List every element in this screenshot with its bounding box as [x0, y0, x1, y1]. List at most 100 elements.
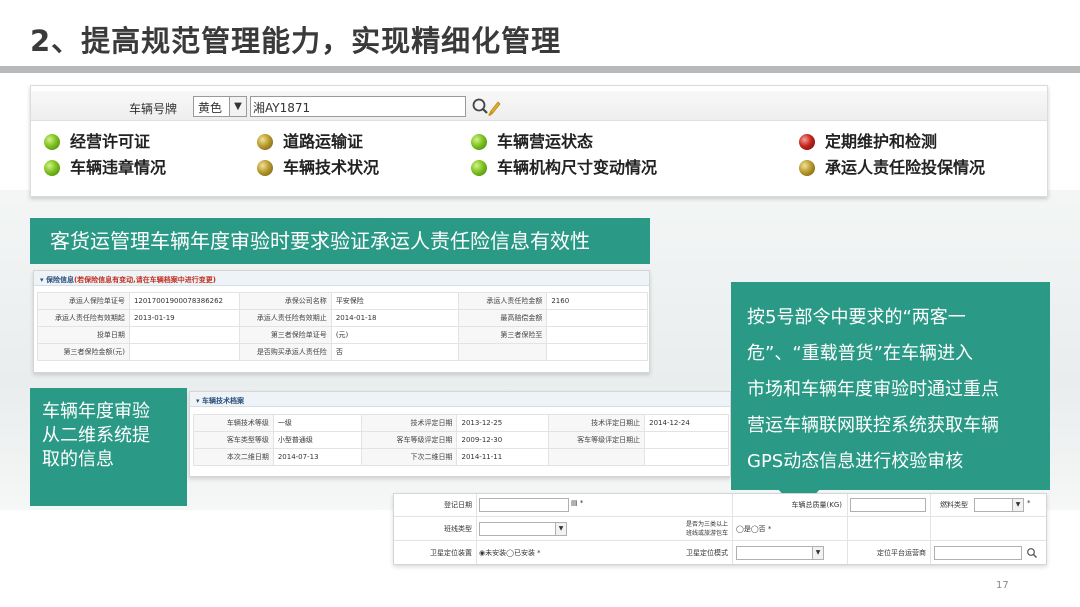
- gps-line-4: 营运车辆联网联控系统获取车辆: [747, 415, 999, 436]
- tech-header-title: 车辆技术档案: [201, 397, 244, 405]
- vehicle-check-panel: 车辆号牌 黄色 ▼ 湘AY1871 经营许可证 道路运输证 车辆营运状态 定期维护和检…: [30, 85, 1048, 197]
- table-field-value: 2014-07-13: [272, 448, 362, 466]
- table-field-value: [128, 343, 240, 361]
- form-row-divider: [394, 540, 1046, 541]
- form-col-divider: [732, 494, 733, 564]
- vehicle-weight-label: 车辆总质量(KG): [791, 501, 842, 509]
- table-field-label: 承运人保险单证号: [37, 292, 130, 310]
- page-number: 17: [996, 580, 1009, 591]
- table-field-label: 技术评定日期: [360, 414, 458, 432]
- table-field-value: 2014-01-18: [330, 309, 460, 327]
- insurance-info-panel: ▾ 保险信息(若保险信息有变动,请在车辆档案中进行变更) 承运人保险单证号 120…: [33, 270, 650, 373]
- table-field-value: 一级: [272, 414, 362, 432]
- table-field-value: 2014-11-11: [456, 448, 550, 466]
- table-row: 客车类型等级 小型普通级 客车等级评定日期 2009-12-30 客车等级评定日期止: [193, 431, 729, 449]
- table-field-value: 小型普通级: [272, 431, 362, 449]
- table-field-value: [546, 343, 648, 361]
- status-label: 车辆技术状况: [283, 158, 380, 177]
- table-field-value: 2160: [546, 292, 648, 310]
- calendar-icon[interactable]: ▤ *: [571, 499, 583, 507]
- plate-label: 车辆号牌: [129, 102, 178, 116]
- three-class-label-1: 是否为三类以上: [685, 521, 728, 528]
- status-green-icon: [44, 160, 60, 176]
- chevron-down-icon: ▼: [555, 523, 566, 535]
- table-field-label: 最高赔偿金额: [458, 309, 548, 327]
- status-green-icon: [471, 134, 487, 150]
- table-field-label: 第三者保险至: [458, 326, 548, 344]
- gps-line-3: 市场和车辆年度审验时通过重点: [747, 379, 999, 400]
- fuel-type-label: 燃料类型: [940, 501, 968, 509]
- status-label: 定期维护和检测: [825, 132, 938, 151]
- table-row: 第三者保险金额(元) 是否购买承运人责任险否: [37, 343, 648, 361]
- gps-device-radio[interactable]: ◉未安装◯已安装 *: [479, 548, 541, 558]
- three-class-label-2: 班线或旅游包车: [685, 530, 728, 537]
- table-field-value: 2013-12-25: [456, 414, 550, 432]
- three-class-radio[interactable]: ◯是◯否 *: [736, 524, 771, 534]
- annual-review-line-1: 车辆年度审验: [42, 401, 150, 422]
- status-label: 经营许可证: [70, 132, 151, 151]
- reg-date-label: 登记日期: [444, 501, 472, 509]
- required-mark: *: [1027, 499, 1031, 507]
- table-field-label: [458, 343, 548, 361]
- tech-table: 车辆技术等级 一级 技术评定日期 2013-12-25 技术评定日期止 2014-12-2…: [193, 414, 729, 466]
- table-field-label: 技术评定日期止: [548, 414, 646, 432]
- table-field-label: 车辆技术等级: [193, 414, 274, 432]
- title-divider: [0, 66, 1080, 73]
- form-col-divider: [930, 494, 931, 564]
- line-type-label: 班线类型: [444, 525, 472, 533]
- annual-review-line-3: 取的信息: [42, 449, 114, 470]
- insurance-header-note: (若保险信息有变动,请在车辆档案中进行变更): [73, 276, 217, 284]
- form-col-divider: [847, 494, 848, 564]
- insurance-table: 承运人保险单证号 1201700190007838626​2 承保公司名称 平安保险承…: [37, 292, 648, 361]
- gps-platform-label: 定位平台运营商: [877, 549, 926, 557]
- table-field-value: [546, 309, 648, 327]
- vehicle-weight-input[interactable]: [850, 498, 926, 512]
- table-field-value: 1201700190007838626​2: [128, 292, 240, 310]
- table-field-label: 投单日期: [37, 326, 130, 344]
- table-field-label: 客车等级评定日期止: [548, 431, 646, 449]
- gps-callout: 按5号部令中要求的“两客一 危”、“重载普货”在车辆进入 市场和车辆年度审验时通…: [731, 282, 1050, 490]
- table-field-label: 第三者保险单证号: [238, 326, 332, 344]
- table-field-label: 承运人责任险有效期起: [37, 309, 130, 327]
- vehicle-tech-panel: ▾ 车辆技术档案 车辆技术等级 一级 技术评定日期 2013-12-25 技术评定日期止…: [189, 391, 731, 477]
- status-label: 车辆机构尺寸变动情况: [497, 158, 658, 177]
- status-red-icon: [799, 134, 815, 150]
- chevron-down-icon[interactable]: ▼: [229, 96, 247, 117]
- table-field-label: [548, 448, 646, 466]
- table-field-value: [546, 326, 648, 344]
- tech-header: ▾ 车辆技术档案: [190, 392, 730, 407]
- status-gold-icon: [257, 134, 273, 150]
- status-green-icon: [471, 160, 487, 176]
- search-icon[interactable]: [1026, 547, 1038, 559]
- status-label: 承运人责任险投保情况: [825, 158, 986, 177]
- status-gold-icon: [799, 160, 815, 176]
- table-field-value: (元): [330, 326, 460, 344]
- table-row: 承运人责任险有效期起 2013-01-19 承运人责任险有效期止 2014-01-18…: [37, 309, 648, 327]
- gps-platform-input[interactable]: [934, 546, 1022, 560]
- line-type-select[interactable]: ▼: [479, 522, 567, 536]
- table-field-label: 本次二维日期: [193, 448, 274, 466]
- status-label: 车辆违章情况: [70, 158, 167, 177]
- reg-date-input[interactable]: [479, 498, 569, 512]
- status-gold-icon: [257, 160, 273, 176]
- table-field-value: [644, 448, 729, 466]
- chevron-down-icon[interactable]: ▾: [40, 276, 44, 284]
- status-green-icon: [44, 134, 60, 150]
- status-label: 道路运输证: [283, 132, 364, 151]
- gps-mode-select[interactable]: ▼: [736, 546, 824, 560]
- table-field-label: 承保公司名称: [238, 292, 332, 310]
- gps-line-5: GPS动态信息进行校验审核: [747, 451, 964, 472]
- table-field-value: 平安保险: [330, 292, 460, 310]
- chevron-down-icon[interactable]: ▾: [196, 397, 200, 405]
- table-row: 承运人保险单证号 1201700190007838626​2 承保公司名称 平安保险承…: [37, 292, 648, 310]
- table-field-value: 2013-01-19: [128, 309, 240, 327]
- table-field-label: 客车等级评定日期: [360, 431, 458, 449]
- gps-line-1: 按5号部令中要求的“两客一: [747, 307, 966, 328]
- insurance-header: ▾ 保险信息(若保险信息有变动,请在车辆档案中进行变更): [34, 271, 649, 286]
- table-field-value: 否: [330, 343, 460, 361]
- plate-number-input[interactable]: 湘AY1871: [250, 96, 466, 117]
- fuel-type-select[interactable]: ▼: [974, 498, 1024, 512]
- table-field-label: 承运人责任险有效期止: [238, 309, 332, 327]
- table-field-label: 承运人责任险金额: [458, 292, 548, 310]
- search-icon[interactable]: [471, 97, 501, 117]
